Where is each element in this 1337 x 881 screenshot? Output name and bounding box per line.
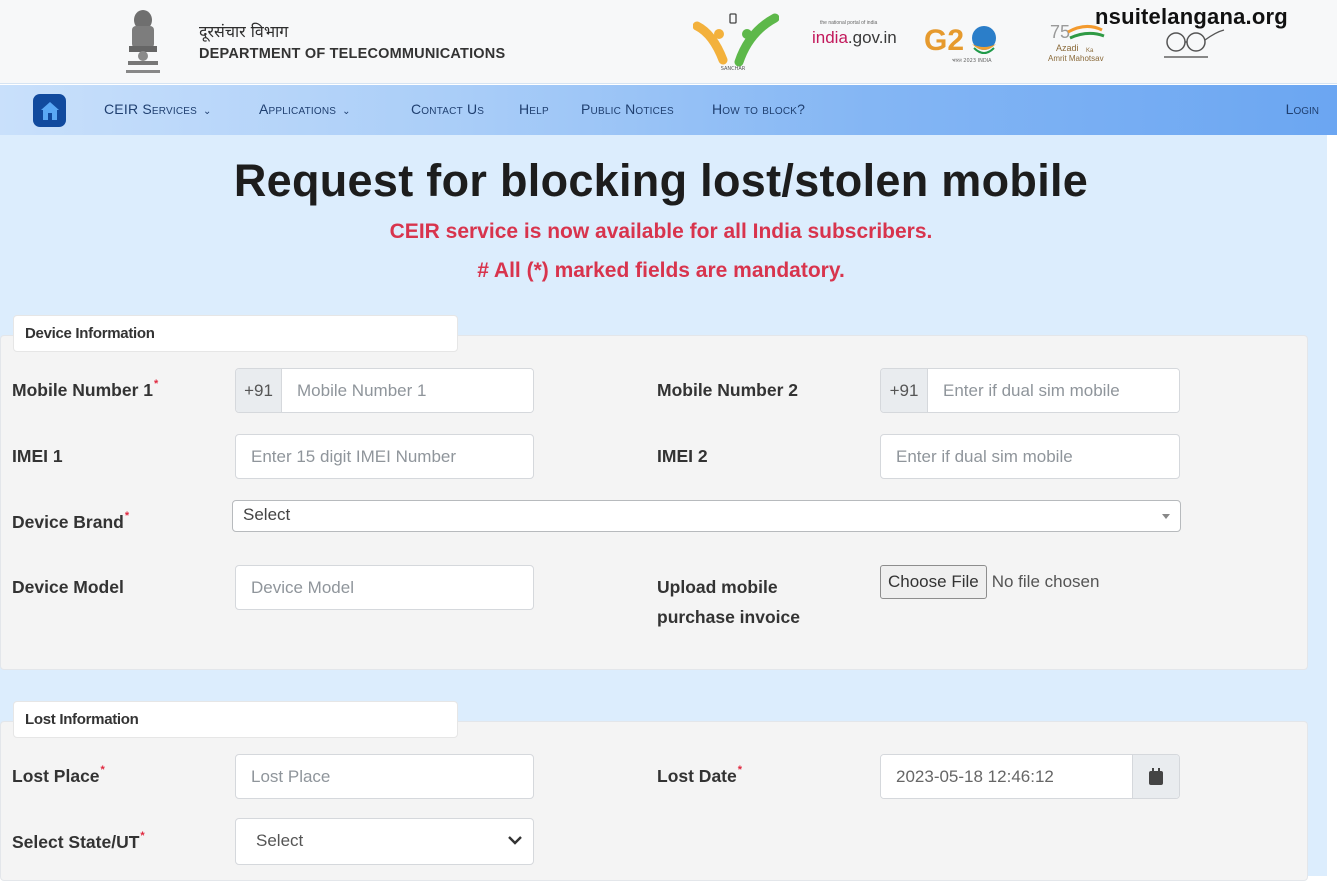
country-code-prefix: +91 bbox=[236, 369, 282, 412]
imei-1-label: IMEI 1 bbox=[12, 446, 63, 466]
lost-place-input[interactable] bbox=[235, 754, 534, 799]
country-code-prefix: +91 bbox=[881, 369, 928, 412]
department-name-hindi: दूरसंचार विभाग bbox=[199, 22, 289, 41]
mobile-number-1-label: Mobile Number 1* bbox=[12, 378, 159, 400]
calendar-button[interactable] bbox=[1132, 755, 1179, 798]
nav-applications[interactable]: Applications ⌄ bbox=[259, 101, 351, 117]
device-information-panel: Mobile Number 1* +91 Mobile Number 2 +91… bbox=[0, 335, 1308, 670]
service-availability-notice: CEIR service is now available for all In… bbox=[389, 220, 933, 243]
mobile-number-2-group: +91 bbox=[880, 368, 1180, 413]
required-marker: * bbox=[140, 830, 145, 842]
lost-date-group bbox=[880, 754, 1180, 799]
department-name-english: DEPARTMENT OF TELECOMMUNICATIONS bbox=[199, 46, 506, 62]
file-status-text: No file chosen bbox=[991, 572, 1100, 591]
mobile-number-1-input[interactable] bbox=[282, 369, 533, 412]
nav-public-notices[interactable]: Public Notices bbox=[581, 101, 674, 117]
choose-file-button[interactable]: Choose File bbox=[880, 565, 987, 599]
page-title: Request for blocking lost/stolen mobile bbox=[233, 155, 1089, 206]
device-information-heading: Device Information bbox=[13, 315, 458, 352]
upload-invoice-label: Upload mobile purchase invoice bbox=[657, 577, 800, 627]
main-content: Request for blocking lost/stolen mobile … bbox=[0, 135, 1327, 881]
dropdown-arrow-icon bbox=[1162, 514, 1170, 519]
site-header: दूरसंचार विभाग DEPARTMENT OF TELECOMMUNI… bbox=[0, 0, 1337, 84]
required-marker: * bbox=[100, 764, 105, 776]
svg-text:Azadi: Azadi bbox=[1056, 43, 1079, 53]
device-model-input[interactable] bbox=[235, 565, 534, 610]
mobile-number-2-input[interactable] bbox=[928, 369, 1179, 412]
login-link[interactable]: Login bbox=[1286, 101, 1319, 117]
mandatory-fields-notice: # All (*) marked fields are mandatory. bbox=[477, 259, 845, 282]
chevron-down-icon: ⌄ bbox=[342, 106, 351, 117]
chevron-down-icon bbox=[508, 836, 522, 845]
imei-2-label: IMEI 2 bbox=[657, 446, 708, 466]
lost-place-label: Lost Place* bbox=[12, 764, 105, 786]
calendar-icon bbox=[1149, 768, 1163, 785]
svg-text:75: 75 bbox=[1050, 22, 1070, 42]
device-model-label: Device Model bbox=[12, 577, 124, 597]
imei-1-input[interactable] bbox=[235, 434, 534, 479]
invoice-file-input: Choose File No file chosen bbox=[880, 565, 1099, 599]
device-brand-label: Device Brand* bbox=[12, 510, 130, 532]
nav-how-to-block[interactable]: How to block? bbox=[712, 101, 805, 117]
mobile-number-1-group: +91 bbox=[235, 368, 534, 413]
home-icon bbox=[40, 101, 59, 120]
nav-ceir-services[interactable]: CEIR Services ⌄ bbox=[104, 101, 212, 117]
svg-text:G2: G2 bbox=[924, 24, 964, 57]
chevron-down-icon: ⌄ bbox=[203, 106, 212, 117]
swachh-bharat-logo[interactable] bbox=[1158, 26, 1228, 62]
svg-text:भारत 2023 INDIA: भारत 2023 INDIA bbox=[952, 58, 992, 64]
g20-logo[interactable]: G2 भारत 2023 INDIA bbox=[924, 20, 1004, 66]
required-marker: * bbox=[737, 764, 743, 776]
lost-information-heading: Lost Information bbox=[13, 701, 458, 738]
home-button[interactable] bbox=[33, 94, 66, 127]
main-navbar: CEIR Services ⌄ Applications ⌄ Contact Us … bbox=[0, 85, 1337, 135]
mobile-number-2-label: Mobile Number 2 bbox=[657, 380, 798, 400]
india-gov-logo[interactable]: the national portal of india india.gov.i… bbox=[812, 20, 897, 48]
svg-text:Amrit Mahotsav: Amrit Mahotsav bbox=[1048, 54, 1104, 63]
lost-date-input[interactable] bbox=[881, 755, 1132, 798]
national-emblem-logo bbox=[126, 10, 160, 73]
nav-contact-us[interactable]: Contact Us bbox=[411, 101, 484, 117]
lost-information-panel: Lost Place* Lost Date* Select State/UT* … bbox=[0, 721, 1308, 881]
state-ut-select[interactable]: Select bbox=[235, 818, 534, 865]
svg-text:SANCHAR: SANCHAR bbox=[721, 66, 746, 72]
device-brand-select[interactable]: Select bbox=[232, 500, 1181, 532]
imei-2-input[interactable] bbox=[880, 434, 1180, 479]
watermark-text: nsuitelangana.org bbox=[1095, 4, 1288, 29]
sanchar-saathi-logo[interactable]: SANCHAR bbox=[693, 12, 779, 72]
required-marker: * bbox=[154, 378, 159, 390]
required-marker: * bbox=[124, 510, 130, 522]
page-edge bbox=[1327, 135, 1337, 876]
nav-help[interactable]: Help bbox=[519, 101, 549, 117]
state-ut-label: Select State/UT* bbox=[12, 830, 145, 852]
lost-date-label: Lost Date* bbox=[657, 764, 743, 786]
